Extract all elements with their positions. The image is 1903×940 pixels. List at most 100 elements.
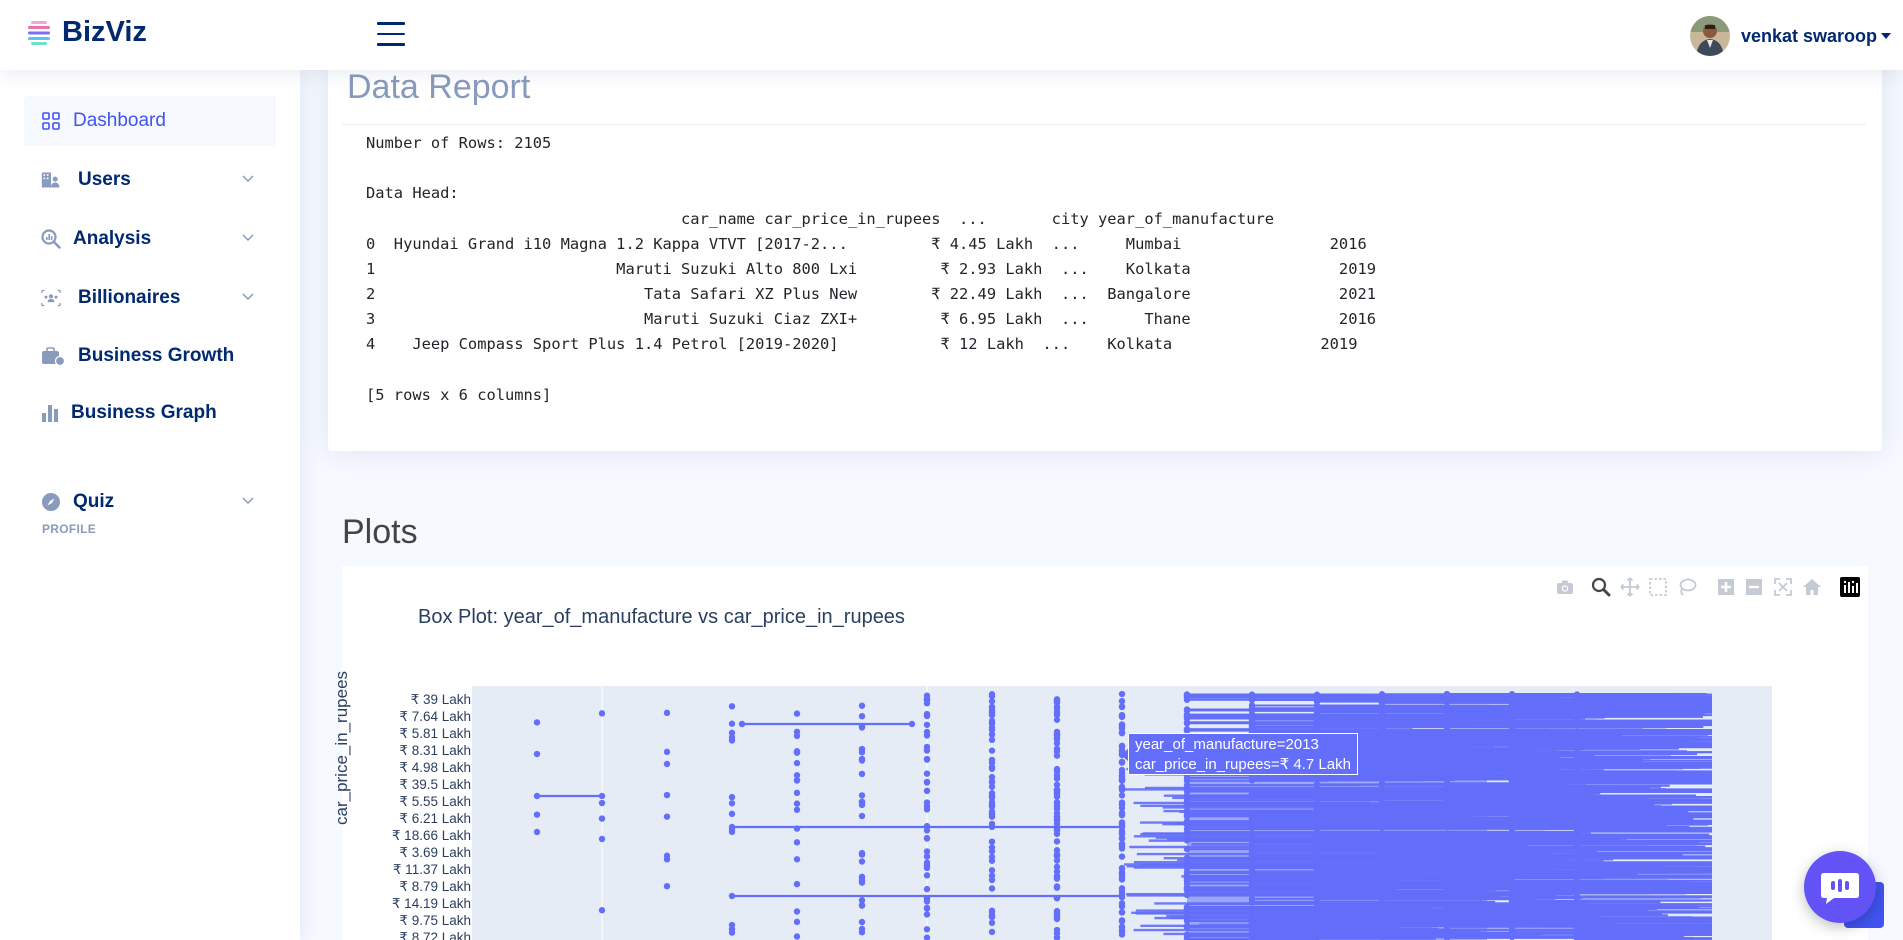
- data-point: [858, 798, 866, 806]
- data-point: [1118, 885, 1126, 892]
- data-point: [793, 759, 801, 767]
- data-point: [988, 928, 996, 936]
- data-point: [663, 856, 671, 863]
- data-point: [728, 703, 736, 710]
- y-tick-label: ₹ 8.72 Lakh: [399, 930, 471, 940]
- sidebar-item-business-growth[interactable]: Business Growth: [24, 331, 276, 381]
- data-point: [793, 776, 801, 784]
- autoscale-icon[interactable]: [1773, 577, 1793, 597]
- data-point: [988, 838, 996, 845]
- data-point: [1378, 712, 1386, 720]
- data-point: [923, 732, 931, 739]
- data-point: [1248, 702, 1256, 709]
- data-point: [988, 813, 996, 820]
- sidebar: Dashboard Users Analysis Billionaires Bu…: [0, 70, 300, 940]
- plot-area[interactable]: [472, 686, 1772, 940]
- zoom-out-icon[interactable]: [1744, 577, 1764, 597]
- avatar: [1689, 16, 1730, 56]
- data-point: [1118, 931, 1126, 938]
- divider: [342, 124, 1866, 125]
- data-point: [1053, 883, 1061, 890]
- data-point: [988, 857, 996, 864]
- chat-button[interactable]: [1804, 851, 1876, 923]
- logo-mark-icon: [28, 20, 50, 45]
- data-point: [988, 756, 996, 764]
- data-point: [1443, 712, 1451, 720]
- data-point: [923, 904, 931, 912]
- zoom-icon[interactable]: [1591, 577, 1611, 597]
- data-point: [1053, 716, 1061, 723]
- data-point: [728, 800, 736, 807]
- y-tick-label: ₹ 5.81 Lakh: [399, 726, 471, 741]
- data-point: [858, 757, 866, 764]
- sidebar-item-billionaires[interactable]: Billionaires: [24, 273, 276, 323]
- report-title: Data Report: [347, 68, 531, 106]
- data-point: [1573, 889, 1581, 897]
- lasso-select-icon[interactable]: [1677, 577, 1697, 597]
- data-point: [1053, 745, 1061, 753]
- data-point: [793, 748, 801, 756]
- y-tick-label: ₹ 8.31 Lakh: [399, 743, 471, 758]
- y-tick-label: ₹ 7.64 Lakh: [399, 709, 471, 724]
- y-tick-label: ₹ 3.69 Lakh: [399, 845, 471, 860]
- sidebar-toggle-button[interactable]: [377, 22, 405, 46]
- data-point: [988, 867, 996, 874]
- data-point: [923, 853, 931, 860]
- data-point: [988, 736, 996, 744]
- data-point: [533, 828, 541, 836]
- sidebar-item-business-graph[interactable]: Business Graph: [24, 388, 276, 438]
- sidebar-item-label: Billionaires: [78, 287, 181, 308]
- brand-logo[interactable]: BizViz: [28, 16, 147, 49]
- data-point: [1053, 912, 1061, 919]
- pan-icon[interactable]: [1620, 577, 1640, 597]
- zoom-in-icon[interactable]: [1716, 577, 1736, 597]
- data-point: [1443, 727, 1451, 734]
- sidebar-item-quiz[interactable]: Quiz: [24, 477, 276, 527]
- camera-icon[interactable]: [1555, 577, 1575, 597]
- data-point: [923, 695, 931, 703]
- data-point: [663, 748, 671, 756]
- data-point: [1053, 873, 1061, 880]
- data-point: [728, 925, 736, 933]
- data-point: [923, 806, 931, 813]
- data-point: [1573, 743, 1581, 751]
- data-point: [793, 728, 801, 735]
- y-tick-label: ₹ 14.19 Lakh: [391, 896, 471, 911]
- data-point: [923, 934, 931, 940]
- data-point: [988, 793, 996, 800]
- data-point: [663, 760, 671, 768]
- data-point: [988, 747, 996, 754]
- data-point: [1053, 852, 1061, 859]
- data-point: [1183, 719, 1191, 726]
- hover-tooltip: year_of_manufacture=2013 car_price_in_ru…: [1128, 733, 1358, 775]
- plotly-logo-icon[interactable]: [1840, 577, 1860, 597]
- data-point: [1443, 690, 1451, 698]
- data-point: [1118, 776, 1126, 783]
- sidebar-item-dashboard[interactable]: Dashboard: [24, 96, 276, 146]
- data-point: [793, 908, 801, 915]
- data-point: [1378, 727, 1386, 735]
- y-axis-label: car_price_in_rupees: [332, 670, 351, 825]
- profile-dropdown[interactable]: venkat swaroop: [1689, 16, 1891, 56]
- data-point: [988, 707, 996, 715]
- box-select-icon[interactable]: [1648, 577, 1668, 597]
- chevron-down-icon: [242, 234, 254, 242]
- chevron-down-icon: [242, 497, 254, 505]
- data-head-label: Data Head:: [366, 184, 459, 202]
- top-header: BizViz venkat swaroop: [0, 0, 1903, 70]
- data-point: [1443, 703, 1451, 710]
- sidebar-item-users[interactable]: Users: [24, 155, 276, 205]
- y-tick-label: ₹ 11.37 Lakh: [392, 862, 471, 877]
- data-point: [858, 702, 866, 709]
- data-point: [533, 750, 541, 758]
- data-point: [1573, 691, 1581, 698]
- data-point: [728, 720, 736, 727]
- data-point: [1313, 716, 1321, 723]
- data-point: [858, 712, 866, 720]
- sidebar-item-analysis[interactable]: Analysis: [24, 214, 276, 264]
- chart-svg: [533, 686, 1712, 940]
- menu-bar: [377, 22, 405, 25]
- home-icon[interactable]: [1802, 577, 1822, 597]
- data-point: [858, 812, 866, 820]
- data-point: [923, 747, 931, 754]
